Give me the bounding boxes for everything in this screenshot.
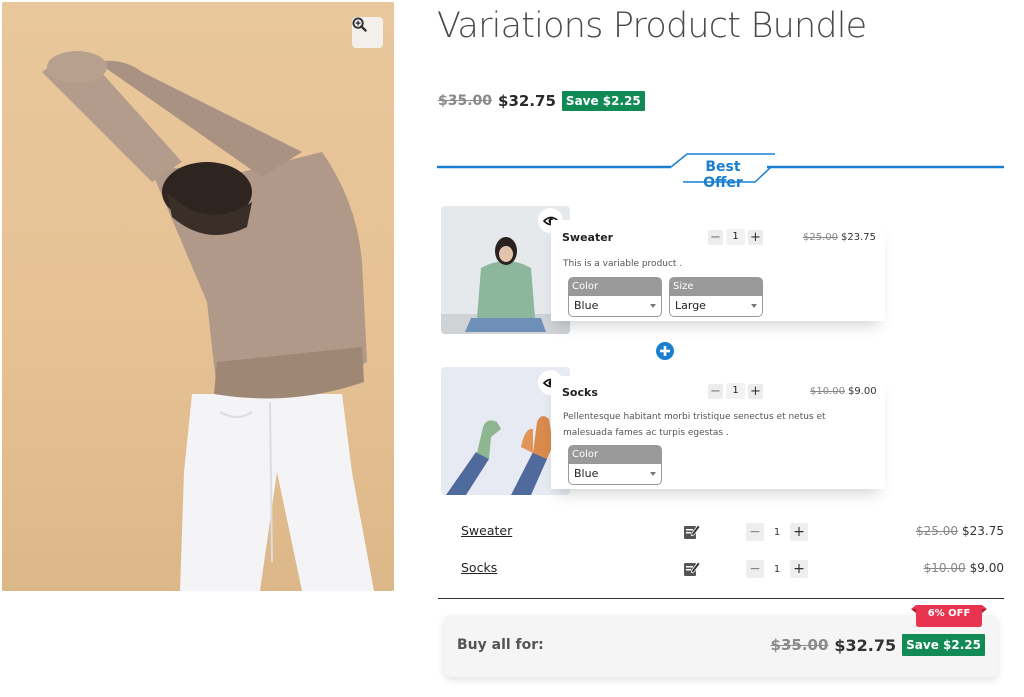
buy-all-price: $35.00 $32.75 Save $2.25	[771, 634, 985, 656]
edit-icon[interactable]	[683, 560, 700, 577]
item-description-line: malesuada fames ac turpis egestas .	[563, 428, 729, 438]
zoom-in-icon	[352, 17, 367, 32]
edit-icon[interactable]	[683, 523, 700, 540]
qty-value[interactable]: 1	[769, 527, 785, 538]
summary-quantity-stepper: − 1 +	[746, 560, 808, 578]
summary-row-sweater: Sweater − 1 + $25.00 $23.75	[461, 523, 1004, 543]
color-select[interactable]: Color Blue	[568, 277, 662, 317]
divider	[438, 598, 1004, 599]
summary-price-original: $10.00	[923, 561, 966, 575]
main-product-image	[2, 2, 394, 591]
product-price: $35.00 $32.75 Save $2.25	[438, 91, 645, 111]
qty-decrease-button[interactable]: −	[708, 229, 723, 245]
bundle-item-sweater: Sweater − 1 + $25.00 $23.75 This is a va…	[551, 220, 885, 321]
summary-item-link[interactable]: Socks	[461, 560, 497, 575]
summary-price-sale: $9.00	[969, 561, 1004, 575]
color-select[interactable]: Color Blue	[568, 445, 662, 485]
buy-all-price-original: $35.00	[770, 636, 829, 654]
bundle-item-socks: Socks − 1 + $10.00 $9.00 Pellentesque ha…	[551, 376, 885, 489]
qty-decrease-button[interactable]: −	[708, 383, 723, 399]
summary-price-original: $25.00	[916, 524, 958, 538]
color-select-text: Blue	[574, 299, 599, 312]
item-description: Pellentesque habitant morbi tristique se…	[563, 409, 853, 441]
buy-all-save-badge: Save $2.25	[902, 634, 985, 656]
chevron-down-icon	[650, 304, 656, 308]
color-select-value[interactable]: Blue	[568, 296, 662, 317]
discount-ribbon: 6% OFF	[911, 605, 987, 628]
price-sale: $32.75	[498, 92, 556, 110]
zoom-button[interactable]	[352, 17, 383, 48]
item-name: Socks	[562, 386, 598, 399]
plus-circle-icon	[656, 342, 674, 360]
item-price: $10.00 $9.00	[810, 386, 877, 397]
summary-price: $10.00 $9.00	[924, 561, 1004, 575]
item-description-line: Pellentesque habitant morbi tristique se…	[563, 412, 826, 422]
qty-increase-button[interactable]: +	[748, 229, 763, 245]
qty-decrease-button[interactable]: −	[746, 560, 764, 578]
item-price-original: $10.00	[810, 386, 845, 397]
chevron-down-icon	[751, 304, 757, 308]
color-select-label: Color	[568, 277, 662, 296]
price-original: $35.00	[438, 93, 493, 109]
color-select-value[interactable]: Blue	[568, 464, 662, 485]
size-select-label: Size	[669, 277, 763, 296]
item-name: Sweater	[562, 231, 614, 244]
size-select[interactable]: Size Large	[669, 277, 763, 317]
qty-value[interactable]: 1	[726, 229, 745, 245]
summary-quantity-stepper: − 1 +	[746, 523, 808, 541]
qty-value[interactable]: 1	[769, 564, 785, 575]
summary-item-link[interactable]: Sweater	[461, 523, 512, 538]
chevron-down-icon	[650, 472, 656, 476]
product-title: Variations Product Bundle	[437, 6, 867, 46]
save-badge: Save $2.25	[561, 91, 645, 111]
product-photo	[42, 51, 374, 591]
buy-all-price-sale: $32.75	[834, 635, 897, 655]
buy-all-label: Buy all for:	[457, 637, 544, 653]
color-select-label: Color	[568, 445, 662, 464]
item-description: This is a variable product .	[563, 259, 683, 269]
summary-price-sale: $23.75	[962, 524, 1004, 538]
size-select-text: Large	[675, 299, 706, 312]
summary-price: $25.00 $23.75	[916, 524, 1004, 538]
qty-decrease-button[interactable]: −	[746, 523, 764, 541]
summary-row-socks: Socks − 1 + $10.00 $9.00	[461, 560, 1004, 580]
item-price-sale: $23.75	[841, 232, 876, 243]
size-select-value[interactable]: Large	[669, 296, 763, 317]
item-quantity-stepper: − 1 +	[708, 229, 763, 245]
color-select-text: Blue	[574, 467, 599, 480]
item-price-sale: $9.00	[848, 386, 877, 397]
discount-ribbon-text: 6% OFF	[927, 608, 971, 619]
qty-increase-button[interactable]: +	[790, 560, 808, 578]
qty-increase-button[interactable]: +	[748, 383, 763, 399]
item-price-original: $25.00	[803, 232, 838, 243]
best-offer-label: Best Offer	[703, 159, 743, 191]
item-quantity-stepper: − 1 +	[708, 383, 763, 399]
qty-value[interactable]: 1	[726, 383, 745, 399]
item-price: $25.00 $23.75	[803, 232, 876, 243]
qty-increase-button[interactable]: +	[790, 523, 808, 541]
